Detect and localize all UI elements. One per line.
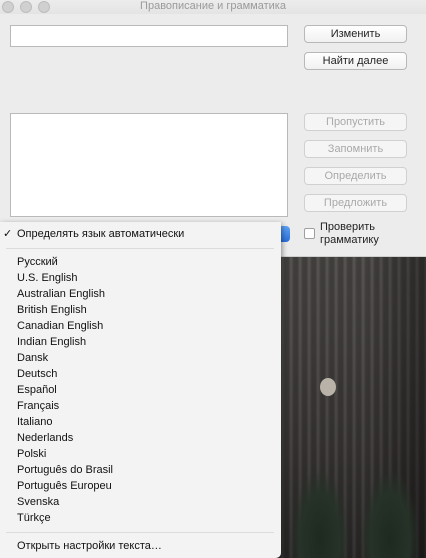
spelling-window: Правописание и грамматика Изменить Найти… bbox=[0, 0, 426, 257]
find-next-button[interactable]: Найти далее bbox=[304, 52, 407, 70]
learn-button[interactable]: Запомнить bbox=[304, 140, 407, 158]
check-grammar-checkbox[interactable] bbox=[304, 228, 315, 239]
menu-item-language[interactable]: Français bbox=[17, 399, 59, 413]
misspelled-word-field[interactable] bbox=[10, 25, 288, 47]
menu-item-language[interactable]: Русский bbox=[17, 255, 58, 269]
check-grammar-label: Проверить грамматику bbox=[320, 221, 379, 246]
menu-item-language[interactable]: Italiano bbox=[17, 415, 52, 429]
menu-item-language[interactable]: Polski bbox=[17, 447, 46, 461]
change-button[interactable]: Изменить bbox=[304, 25, 407, 43]
menu-item-language[interactable]: Español bbox=[17, 383, 57, 397]
menu-item-language[interactable]: Canadian English bbox=[17, 319, 103, 333]
menu-item-auto-detect[interactable]: Определять язык автоматически bbox=[17, 227, 184, 241]
guess-button[interactable]: Предложить bbox=[304, 194, 407, 212]
background-rock bbox=[320, 378, 336, 396]
menu-item-language[interactable]: Nederlands bbox=[17, 431, 73, 445]
define-button[interactable]: Определить bbox=[304, 167, 407, 185]
menu-item-language[interactable]: British English bbox=[17, 303, 87, 317]
menu-item-language[interactable]: Indian English bbox=[17, 335, 86, 349]
menu-item-language[interactable]: Português do Brasil bbox=[17, 463, 113, 477]
suggestions-list[interactable] bbox=[10, 113, 288, 217]
language-menu: ✓ Определять язык автоматически Русский … bbox=[0, 222, 281, 558]
menu-separator bbox=[6, 532, 274, 533]
menu-item-language[interactable]: Dansk bbox=[17, 351, 48, 365]
ignore-button[interactable]: Пропустить bbox=[304, 113, 407, 131]
title-bar: Правописание и грамматика bbox=[0, 0, 426, 14]
menu-item-open-text-settings[interactable]: Открыть настройки текста… bbox=[17, 539, 162, 553]
menu-item-language[interactable]: Deutsch bbox=[17, 367, 57, 381]
background-tree bbox=[290, 468, 350, 558]
menu-item-language[interactable]: Australian English bbox=[17, 287, 105, 301]
checkmark-icon: ✓ bbox=[3, 228, 13, 240]
menu-item-language[interactable]: Svenska bbox=[17, 495, 59, 509]
window-title: Правописание и грамматика bbox=[140, 0, 286, 12]
menu-item-language[interactable]: Türkçe bbox=[17, 511, 51, 525]
menu-item-language[interactable]: Português Europeu bbox=[17, 479, 112, 493]
background-tree bbox=[360, 468, 420, 558]
menu-item-language[interactable]: U.S. English bbox=[17, 271, 78, 285]
menu-separator bbox=[6, 248, 274, 249]
